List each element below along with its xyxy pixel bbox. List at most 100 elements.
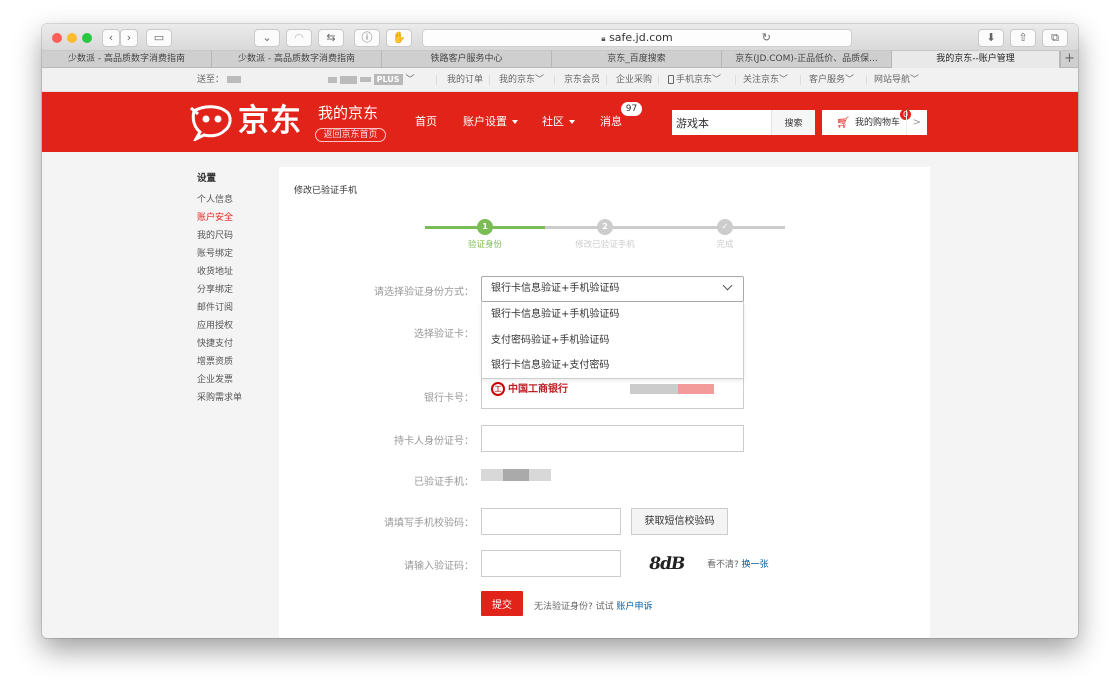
search-box: 搜索 bbox=[672, 110, 815, 135]
search-input[interactable] bbox=[672, 110, 768, 135]
method-option-paypwd-sms[interactable]: 支付密码验证+手机验证码 bbox=[482, 328, 743, 354]
tab-sync-icon[interactable]: ⇆ bbox=[318, 29, 344, 47]
back-icon[interactable]: ‹ bbox=[102, 29, 120, 47]
nav-community-label: 社区 bbox=[542, 115, 564, 128]
user-menu[interactable]: PLUS ﹀ bbox=[328, 68, 414, 92]
location-selector[interactable]: 送至： bbox=[197, 68, 241, 92]
pocket-icon[interactable]: ⌄ bbox=[254, 29, 280, 47]
adblock-icon[interactable]: ✋ bbox=[386, 29, 412, 47]
cart-button[interactable]: 🛒︎ 我的购物车 0 > bbox=[822, 109, 927, 135]
caret-down-icon bbox=[569, 120, 575, 124]
sidebar-item-quick-pay[interactable]: 快捷支付 bbox=[197, 335, 242, 353]
card-number-label: 银行卡号： bbox=[424, 393, 474, 404]
sidebar-item-profile[interactable]: 个人信息 bbox=[197, 191, 242, 209]
jd-dog-mascot-icon[interactable] bbox=[190, 105, 232, 141]
download-icon[interactable]: ⬇ bbox=[978, 29, 1004, 47]
verified-phone-blurred bbox=[481, 469, 503, 481]
chevron-down-icon: ﹀ bbox=[845, 75, 855, 85]
select-card-label: 选择验证卡： bbox=[414, 329, 474, 340]
lock-icon: 🔒︎ bbox=[601, 34, 606, 43]
rss-icon[interactable]: ◠ bbox=[286, 29, 312, 47]
back-home-button[interactable]: 返回京东首页 bbox=[315, 128, 386, 142]
verified-phone-blurred bbox=[503, 469, 529, 481]
sidebar-item-enterprise-invoice[interactable]: 企业发票 bbox=[197, 371, 242, 389]
search-button[interactable]: 搜索 bbox=[771, 110, 815, 135]
site-header: 京东 我的京东 返回京东首页 首页 账户设置 社区 消息 97 搜索 🛒︎ 我的… bbox=[42, 92, 1078, 152]
topbar-my-orders[interactable]: 我的订单 bbox=[447, 68, 483, 92]
share-icon[interactable]: ⇧ bbox=[1010, 29, 1036, 47]
topbar-jd-member[interactable]: 京东会员 bbox=[564, 68, 600, 92]
topbar-customer-service[interactable]: 客户服务﹀ bbox=[809, 68, 854, 92]
topbar-follow-jd[interactable]: 关注京东﹀ bbox=[743, 68, 788, 92]
sms-code-input[interactable] bbox=[481, 508, 621, 535]
step-2-dot: 2 bbox=[597, 219, 613, 235]
sidebar-item-app-authorization[interactable]: 应用授权 bbox=[197, 317, 242, 335]
topbar-site-nav[interactable]: 网站导航﹀ bbox=[874, 68, 919, 92]
captcha-refresh-link[interactable]: 换一张 bbox=[742, 560, 769, 570]
minimize-window-icon[interactable] bbox=[67, 33, 77, 43]
close-window-icon[interactable] bbox=[52, 33, 62, 43]
captcha-hint: 看不清? 换一张 bbox=[707, 557, 769, 570]
icbc-logo-icon: 工 bbox=[491, 382, 505, 396]
nav-account-settings[interactable]: 账户设置 bbox=[463, 112, 518, 132]
message-count-badge: 97 bbox=[621, 102, 642, 116]
verify-method-selected: 银行卡信息验证+手机验证码 bbox=[491, 283, 620, 294]
topbar-my-jd-label: 我的京东 bbox=[499, 75, 536, 85]
main-panel: 修改已验证手机 1 2 ✓ 验证身份 修改已验证手机 完成 请选择验证身份方式：… bbox=[279, 167, 930, 638]
nav-home[interactable]: 首页 bbox=[415, 112, 437, 132]
sidebar-toggle-icon[interactable]: ▭ bbox=[146, 29, 172, 47]
step-1-dot: 1 bbox=[477, 219, 493, 235]
verify-method-select[interactable]: 银行卡信息验证+手机验证码 bbox=[481, 276, 744, 302]
location-blurred bbox=[226, 76, 241, 83]
sidebar-item-address[interactable]: 收货地址 bbox=[197, 263, 242, 281]
sidebar-item-email-subscription[interactable]: 邮件订阅 bbox=[197, 299, 242, 317]
nav-community[interactable]: 社区 bbox=[542, 112, 575, 132]
sidebar-item-account-security[interactable]: 账户安全 bbox=[197, 209, 242, 227]
tab-sspai-2[interactable]: 少数派 - 高品质数字消费指南 bbox=[212, 51, 382, 68]
step-3-check-icon: ✓ bbox=[717, 219, 733, 235]
chevron-down-icon: ﹀ bbox=[405, 75, 415, 85]
address-bar[interactable]: 🔒︎ safe.jd.com ↻ bbox=[422, 29, 852, 47]
send-to-label: 送至： bbox=[197, 75, 225, 85]
topbar-customer-service-label: 客户服务 bbox=[809, 75, 846, 85]
nav-messages[interactable]: 消息 bbox=[600, 112, 622, 132]
sidebar-item-my-size[interactable]: 我的尺码 bbox=[197, 227, 242, 245]
password-icon[interactable]: ⓘ bbox=[354, 29, 380, 47]
caret-down-icon bbox=[512, 120, 518, 124]
step-track-pending bbox=[545, 226, 785, 229]
browser-window: ‹ › ▭ ⌄ ◠ ⇆ ⓘ ✋ 🔒︎ safe.jd.com ↻ ⬇ ⇧ ⧉ 少… bbox=[42, 24, 1078, 638]
tab-jd-account[interactable]: 我的京东--账户管理 bbox=[892, 51, 1060, 68]
new-tab-button[interactable]: + bbox=[1060, 51, 1078, 68]
topbar-my-jd[interactable]: 我的京东﹀ bbox=[499, 68, 544, 92]
show-tabs-icon[interactable]: ⧉ bbox=[1042, 29, 1068, 47]
cart-label: 我的购物车 bbox=[855, 118, 901, 128]
forward-icon[interactable]: › bbox=[120, 29, 138, 47]
method-option-bankcard-paypwd[interactable]: 银行卡信息验证+支付密码 bbox=[482, 353, 743, 379]
sidebar-item-share-binding[interactable]: 分享绑定 bbox=[197, 281, 242, 299]
my-jd-title[interactable]: 我的京东 bbox=[318, 104, 378, 122]
zoom-window-icon[interactable] bbox=[82, 33, 92, 43]
fallback-prompt: 无法验证身份? 试试 bbox=[534, 602, 614, 612]
card-number-blurred bbox=[678, 384, 714, 394]
captcha-image[interactable]: 8dB bbox=[647, 554, 686, 574]
get-sms-code-button[interactable]: 获取短信校验码 bbox=[631, 508, 728, 535]
tab-jd-home[interactable]: 京东(JD.COM)-正品低价、品质保... bbox=[722, 51, 892, 68]
captcha-input[interactable] bbox=[481, 550, 621, 577]
sidebar-item-account-binding[interactable]: 账号绑定 bbox=[197, 245, 242, 263]
sidebar-item-vat-invoice[interactable]: 增票资质 bbox=[197, 353, 242, 371]
tab-sspai-1[interactable]: 少数派 - 高品质数字消费指南 bbox=[42, 51, 212, 68]
sms-code-label: 请填写手机校验码： bbox=[384, 518, 474, 529]
jd-logo-text[interactable]: 京东 bbox=[238, 102, 302, 140]
tab-12306[interactable]: 铁路客户服务中心 bbox=[382, 51, 552, 68]
topbar-enterprise[interactable]: 企业采购 bbox=[616, 68, 652, 92]
site-topbar: 送至： PLUS ﹀ 我的订单 我的京东﹀ 京东会员 企业采购 手机京东﹀ 关注… bbox=[42, 68, 1078, 92]
sidebar-item-purchase-request[interactable]: 采购需求单 bbox=[197, 389, 242, 407]
tab-baidu-jd[interactable]: 京东_百度搜索 bbox=[552, 51, 722, 68]
reload-icon[interactable]: ↻ bbox=[762, 30, 771, 46]
user-blurred bbox=[359, 77, 371, 82]
account-appeal-link[interactable]: 账户申诉 bbox=[617, 602, 653, 612]
topbar-mobile-jd[interactable]: 手机京东﹀ bbox=[668, 68, 721, 92]
submit-button[interactable]: 提交 bbox=[481, 591, 523, 616]
method-option-bankcard-sms[interactable]: 银行卡信息验证+手机验证码 bbox=[482, 302, 743, 328]
id-number-input[interactable] bbox=[481, 425, 744, 452]
